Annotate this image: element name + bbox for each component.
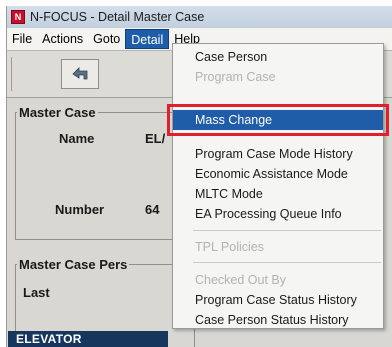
menu-file[interactable]: File <box>7 29 37 49</box>
menu-item-program-case-mode-history[interactable]: Program Case Mode History <box>173 144 383 164</box>
menu-item-program-case-status-history[interactable]: Program Case Status History <box>173 290 383 310</box>
menu-detail[interactable]: Detail <box>125 29 170 49</box>
menu-goto[interactable]: Goto <box>88 29 125 49</box>
persons-group-title: Master Case Pers <box>17 257 130 272</box>
app-icon: N <box>11 10 25 24</box>
name-label: Name <box>59 131 95 146</box>
name-value: EL/ <box>145 131 166 146</box>
toolbar-divider <box>11 57 12 91</box>
menu-item-ea-processing-queue-info[interactable]: EA Processing Queue Info <box>173 204 383 224</box>
window-title: N-FOCUS - Detail Master Case <box>30 10 205 24</box>
number-value: 64 <box>145 202 160 217</box>
menu-item-program-case: Program Case <box>195 70 276 84</box>
master-case-group-title: Master Case <box>17 105 98 120</box>
menu-item-case-person-status-history[interactable]: Case Person Status History <box>173 310 383 330</box>
last-label: Last <box>23 285 50 300</box>
back-arrow-icon <box>72 67 88 80</box>
menu-item-mltc-mode[interactable]: MLTC Mode <box>173 184 383 204</box>
menu-separator <box>193 262 381 263</box>
annotation-highlight-box <box>167 104 389 136</box>
title-bar: N N-FOCUS - Detail Master Case <box>7 6 392 28</box>
menu-item-case-person[interactable]: Case Person <box>173 47 383 67</box>
number-label: Number <box>55 202 105 217</box>
persons-grid-cell[interactable]: ELEVATOR <box>8 331 168 347</box>
back-button[interactable] <box>61 59 99 89</box>
menu-item-tpl-policies: TPL Policies <box>195 240 265 254</box>
menu-separator <box>193 230 381 231</box>
menu-item-economic-assistance-mode[interactable]: Economic Assistance Mode <box>173 164 383 184</box>
menu-item-checked-out-by: Checked Out By <box>195 273 287 287</box>
detail-dropdown-menu: Case Person Program Case Mass Change Pro… <box>172 43 384 329</box>
menu-actions[interactable]: Actions <box>37 29 88 49</box>
